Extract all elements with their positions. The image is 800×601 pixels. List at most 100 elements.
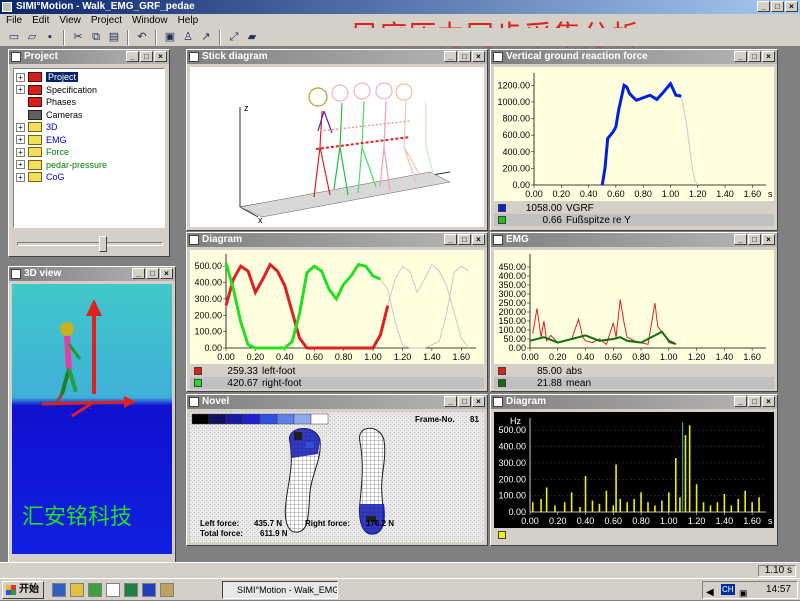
save-icon[interactable]: ▪ [42,30,58,45]
time-slider-track[interactable] [17,242,163,246]
minimize-button[interactable]: _ [734,396,747,407]
app-quicklaunch-icon[interactable] [160,583,174,597]
expand-icon[interactable]: + [16,85,25,95]
minimize-button[interactable]: _ [444,51,457,62]
close-button[interactable]: × [762,396,775,407]
maximize-button[interactable]: □ [140,51,153,62]
y-tick-label: 50.00 [503,334,526,344]
close-button[interactable]: × [762,51,775,62]
maximize-button[interactable]: □ [771,1,784,12]
expand-icon[interactable]: + [16,160,25,170]
maximize-button[interactable]: □ [146,268,159,279]
volume-icon[interactable]: ◀ [706,585,714,601]
minimize-button[interactable]: _ [734,234,747,245]
word-icon[interactable] [142,583,156,597]
time-slider-thumb[interactable] [99,236,107,252]
figure-icon[interactable]: ♙ [180,30,196,45]
ie-icon[interactable] [52,583,66,597]
emg-chart[interactable]: 0.00 50.00100.00150.00200.00250.00300.003… [494,250,774,364]
start-button[interactable]: 开始 [2,581,44,599]
maximize-button[interactable]: □ [748,396,761,407]
maximize-button[interactable]: □ [748,51,761,62]
foot-diagram-window[interactable]: Diagram _ □ × 0.00 100.00 200.00 300.00 400.00… [186,232,488,392]
x-tick-label: 1.20 [689,189,707,199]
window-icon[interactable]: ▣ [162,30,178,45]
expand-icon[interactable]: + [16,122,25,132]
tree-item[interactable]: + pedar-pressure [16,159,162,172]
tree-item[interactable]: + EMG [16,134,162,147]
tree-item[interactable]: + Force [16,146,162,159]
x-tick-label: 1.40 [716,516,734,526]
vgrf-chart[interactable]: 0.00 200.00 400.00 600.00 800.00 1000.00 1200.… [494,67,774,201]
emg-window[interactable]: EMG _ □ × 0.00 50.00 100.00 150.00 200.00 250.0… [490,232,778,392]
folder-icon[interactable]: ▰ [244,30,260,45]
minimize-button[interactable]: _ [444,396,457,407]
y-tick-label: 600.00 [502,130,530,140]
expand-icon[interactable]: + [16,147,25,157]
close-button[interactable]: × [472,396,485,407]
excel-icon[interactable] [124,583,138,597]
maximize-button[interactable]: □ [458,234,471,245]
cut-icon[interactable]: ✂ [70,30,86,45]
minimize-button[interactable]: _ [132,268,145,279]
menu-file[interactable]: File [6,14,22,28]
open-folder-icon[interactable]: ▱ [24,30,40,45]
maximize-button[interactable]: □ [748,234,761,245]
taskbar: 开始 SIMI°Motion - Walk_EMG... ◀ CH ▣ 14:5… [0,578,800,600]
x-tick-label: 0.20 [549,516,567,526]
close-button[interactable]: × [472,51,485,62]
close-button[interactable]: × [762,234,775,245]
pressure-canvas[interactable]: Frame-No. 81 Left force: 435.7 N Right f… [190,412,484,542]
app-icon[interactable] [2,2,12,12]
notepad-icon[interactable] [106,583,120,597]
close-button[interactable]: × [785,1,798,12]
desktop-icon[interactable] [88,583,102,597]
language-indicator[interactable]: CH [721,584,735,595]
minimize-button[interactable]: _ [444,234,457,245]
minimize-button[interactable]: _ [734,51,747,62]
tree-item[interactable]: Phases [16,96,162,109]
maximize-button[interactable]: □ [458,51,471,62]
3d-view-window[interactable]: 3D view _ □ × 汇安铭科技 [8,266,176,574]
network-icon[interactable]: ▣ [739,585,748,601]
tree-item[interactable]: + CoG [16,171,162,184]
tree-item[interactable]: Cameras [16,109,162,122]
project-window[interactable]: Project _ □ × + Project + Specification Phases… [8,49,170,257]
chart-icon[interactable]: ↗ [198,30,214,45]
foot-chart[interactable]: 0.00100.00200.00300.00400.00500.000.00 0.… [190,250,484,364]
vgrf-window[interactable]: Vertical ground reaction force _ □ × 0.00 2… [490,49,778,231]
paste-icon[interactable]: ▤ [106,30,122,45]
tree-item[interactable]: + Project [16,71,162,84]
close-button[interactable]: × [160,268,173,279]
tool-icon[interactable]: ⤢ [226,30,242,45]
explorer-icon[interactable] [70,583,84,597]
tree-item[interactable]: + Specification [16,84,162,97]
taskbar-simi-button[interactable]: SIMI°Motion - Walk_EMG... [222,581,338,599]
menu-view[interactable]: View [59,14,81,28]
maximize-button[interactable]: □ [458,396,471,407]
menu-project[interactable]: Project [91,14,122,28]
stick-diagram-canvas[interactable]: z x [190,67,484,227]
expand-icon[interactable]: + [16,172,25,182]
x-tick-label: 0.60 [605,516,623,526]
project-tree[interactable]: + Project + Specification Phases Cameras +3D + E… [13,68,165,228]
spectrum-window[interactable]: Diagram _ □ × 0.00 100.00 200.00 300.00 400.00… [490,394,778,546]
minimize-button[interactable]: _ [757,1,770,12]
tree-item[interactable]: +3D [16,121,162,134]
copy-icon[interactable]: ⧉ [88,30,104,45]
minimize-button[interactable]: _ [126,51,139,62]
x-tick-label: 1.20 [688,516,706,526]
expand-icon[interactable]: + [16,72,25,82]
stick-diagram-window[interactable]: Stick diagram _ □ × z x [186,49,488,231]
new-file-icon[interactable]: ▭ [6,30,22,45]
close-button[interactable]: × [154,51,167,62]
novel-pressure-window[interactable]: Novel _ □ × Frame-No. 81 Left force: 435.7 [186,394,488,546]
menu-window[interactable]: Window [132,14,168,28]
close-button[interactable]: × [472,234,485,245]
3d-view-canvas[interactable]: 汇安铭科技 [12,284,172,554]
spectrum-chart[interactable]: 0.00100.00200.00300.00400.00500.000.00 0.… [494,412,774,528]
undo-icon[interactable]: ↶ [134,30,150,45]
menu-help[interactable]: Help [178,14,199,28]
expand-icon[interactable]: + [16,135,25,145]
menu-edit[interactable]: Edit [32,14,49,28]
